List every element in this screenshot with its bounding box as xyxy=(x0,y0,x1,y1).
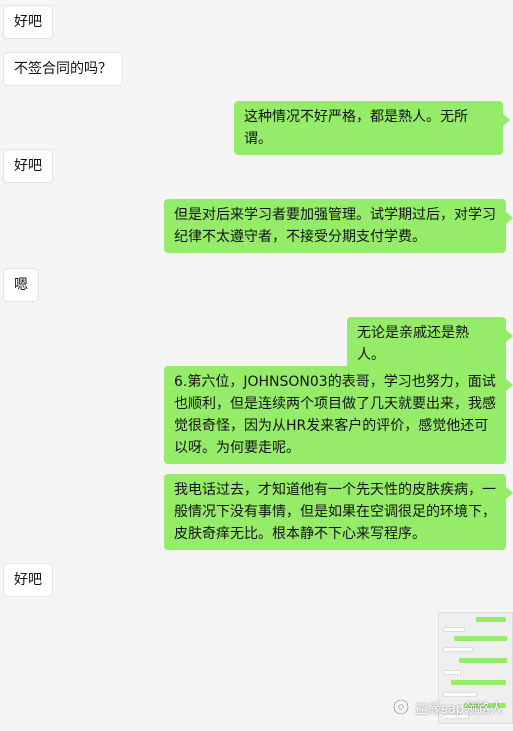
wechat-official-account-icon xyxy=(393,699,409,715)
message-text: 这种情况不好严格，都是熟人。无所谓。 xyxy=(244,109,468,147)
message-text: 无论是亲戚还是熟人。 xyxy=(357,325,469,363)
thumbnail-incoming-line xyxy=(443,647,473,652)
message-text: 6.第六位，JOHNSON03的表哥，学习也努力，面试也顺利，但是连续两个项目做… xyxy=(174,374,496,456)
message-text: 但是对后来学习者要加强管理。试学期过后，对学习纪律不太遵守者，不接受分期支付学费… xyxy=(174,207,496,245)
message-bubble-incoming[interactable]: 嗯 xyxy=(3,268,39,302)
thumbnail-incoming-line xyxy=(443,627,465,632)
chat-conversation: 好吧 不签合同的吗？ 这种情况不好严格，都是熟人。无所谓。 好吧 但是对后来学习… xyxy=(0,0,513,731)
message-bubble-outgoing[interactable]: 这种情况不好严格，都是熟人。无所谓。 xyxy=(234,101,510,155)
message-text: 好吧 xyxy=(14,158,42,174)
thumbnail-incoming-line xyxy=(443,670,461,675)
message-bubble-outgoing[interactable]: 我电话过去，才知道他有一个先天性的皮肤疾病，一般情况下没有事情，但是如果在空调很… xyxy=(164,474,513,550)
thumbnail-outgoing-line xyxy=(476,617,506,622)
message-bubble-incoming[interactable]: 好吧 xyxy=(3,563,53,597)
message-bubble-incoming[interactable]: 好吧 xyxy=(3,5,53,39)
watermark: 益緣sap领路人 xyxy=(391,694,511,720)
message-text: 嗯 xyxy=(14,277,28,293)
message-text: 不签合同的吗？ xyxy=(14,61,112,77)
message-bubble-incoming[interactable]: 好吧 xyxy=(3,149,53,183)
watermark-text: 益緣sap领路人 xyxy=(415,701,503,717)
message-text: 好吧 xyxy=(14,572,42,588)
thumbnail-outgoing-line xyxy=(454,636,507,641)
thumbnail-outgoing-line xyxy=(451,680,506,685)
message-text: 好吧 xyxy=(14,14,42,30)
message-bubble-outgoing[interactable]: 无论是亲戚还是熟人。 xyxy=(347,317,513,371)
message-bubble-incoming[interactable]: 不签合同的吗？ xyxy=(3,52,123,86)
message-text: 我电话过去，才知道他有一个先天性的皮肤疾病，一般情况下没有事情，但是如果在空调很… xyxy=(174,482,496,542)
message-bubble-outgoing[interactable]: 6.第六位，JOHNSON03的表哥，学习也努力，面试也顺利，但是连续两个项目做… xyxy=(164,366,513,464)
thumbnail-outgoing-line xyxy=(459,658,507,663)
message-bubble-outgoing[interactable]: 但是对后来学习者要加强管理。试学期过后，对学习纪律不太遵守者，不接受分期支付学费… xyxy=(164,199,513,253)
